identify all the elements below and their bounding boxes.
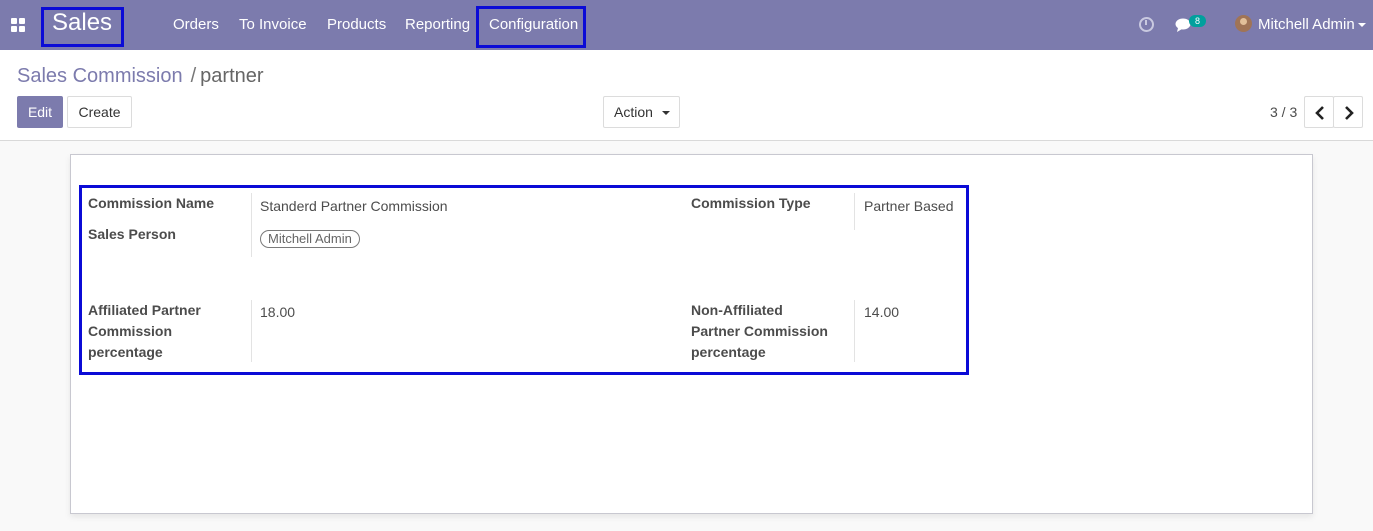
affiliated-commission-label-line2: Commission [88, 323, 173, 339]
left-column-divider-lower [251, 300, 252, 362]
create-button[interactable]: Create [67, 96, 132, 128]
app-name[interactable]: Sales [52, 9, 112, 37]
affiliated-commission-value: 18.00 [260, 304, 296, 320]
breadcrumb-current: partner [200, 65, 264, 87]
affiliated-commission-label-line3: percentage [88, 344, 163, 360]
action-label: Action [614, 104, 653, 120]
sales-person-tag[interactable]: Mitchell Admin [260, 230, 360, 248]
chevron-right-icon [1345, 106, 1354, 120]
menu-products[interactable]: Products [327, 16, 386, 33]
pager-previous-button[interactable] [1304, 96, 1334, 128]
non-affiliated-commission-value: 14.00 [864, 304, 900, 320]
user-name[interactable]: Mitchell Admin [1258, 16, 1355, 33]
right-column-divider [854, 193, 855, 230]
right-column-divider-lower [854, 300, 855, 362]
messages-count-badge: 8 [1189, 15, 1206, 27]
breadcrumb: Sales Commission / partner [17, 65, 264, 88]
commission-type-label: Commission Type [691, 195, 811, 211]
configuration-highlight [476, 6, 586, 48]
user-avatar[interactable] [1235, 15, 1252, 32]
left-column-divider [251, 193, 252, 257]
commission-type-value: Partner Based [864, 198, 954, 214]
non-affiliated-commission-label-line2: Partner Commission [691, 323, 828, 339]
apps-grid-icon[interactable] [11, 18, 25, 32]
menu-orders[interactable]: Orders [173, 16, 219, 33]
affiliated-commission-label-line1: Affiliated Partner [88, 302, 201, 318]
chevron-down-icon [661, 111, 670, 116]
edit-button[interactable]: Edit [17, 96, 63, 128]
breadcrumb-separator: / [190, 65, 197, 87]
pager-next-button[interactable] [1333, 96, 1363, 128]
chevron-left-icon [1315, 106, 1324, 120]
non-affiliated-commission-label-line3: percentage [691, 344, 766, 360]
top-navbar: Sales Orders To Invoice Products Reporti… [0, 0, 1373, 50]
commission-name-label: Commission Name [88, 195, 215, 211]
control-panel: Sales Commission / partner Edit Create Act… [0, 50, 1373, 141]
menu-to-invoice[interactable]: To Invoice [239, 16, 307, 33]
non-affiliated-commission-label-line1: Non-Affiliated [691, 302, 783, 318]
commission-name-value: Standerd Partner Commission [260, 198, 448, 214]
pager-value[interactable]: 3 / 3 [1270, 104, 1297, 120]
activity-clock-icon[interactable] [1139, 17, 1154, 32]
action-dropdown-button[interactable]: Action [603, 96, 680, 128]
sales-person-label: Sales Person [88, 226, 176, 242]
menu-reporting[interactable]: Reporting [405, 16, 470, 33]
user-menu-caret-icon[interactable] [1358, 23, 1366, 27]
breadcrumb-parent-link[interactable]: Sales Commission [17, 65, 183, 87]
